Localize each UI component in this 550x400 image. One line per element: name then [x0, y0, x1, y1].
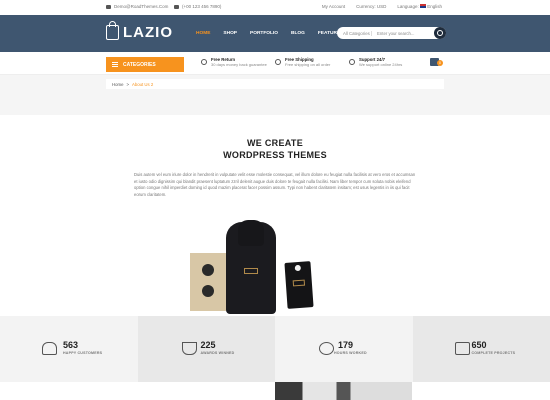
search-input[interactable]: Enter your search...: [372, 31, 434, 36]
clock-icon: [319, 342, 334, 355]
stat-number: 563: [63, 340, 79, 350]
main-nav: HOME SHOP PORTFOLIO BLOG FEATURES: [196, 31, 343, 36]
people-icon: [42, 342, 57, 355]
phone-text: (+00 123 456 7890): [182, 4, 222, 9]
language-selector[interactable]: Language: English: [397, 4, 442, 9]
categories-label: CATEGORIES: [123, 61, 156, 68]
currency-selector[interactable]: Currency: USD: [356, 4, 386, 9]
nav-blog[interactable]: BLOG: [291, 31, 305, 36]
search-bar: All Categories Enter your search...: [337, 27, 446, 39]
box-button: [202, 264, 214, 276]
team-photo: [275, 382, 412, 400]
breadcrumb-home[interactable]: Home: [112, 82, 123, 87]
topbar-right: My Account Currency: USD Language: Engli…: [322, 4, 442, 9]
categories-button[interactable]: CATEGORIES: [106, 57, 184, 72]
stat-label: HOURS WORKED: [334, 351, 367, 355]
currency-label: Currency:: [356, 4, 376, 9]
bottom-section: [0, 382, 550, 400]
stat-label: AWARDS WINNED: [200, 351, 235, 355]
breadcrumb-separator: >: [126, 81, 129, 87]
contact-phone: (+00 123 456 7890): [174, 4, 221, 9]
language-value: English: [427, 4, 442, 9]
pouch-neck: [238, 220, 264, 246]
service-support: Support 24/7 We support online 24hrs: [349, 57, 402, 67]
breadcrumb: Home > About Us 2: [106, 79, 444, 89]
intro-heading: WE CREATE WORDPRESS THEMES: [0, 137, 550, 161]
shipping-icon: [275, 59, 281, 65]
my-account-link[interactable]: My Account: [322, 4, 345, 9]
main-header: LAZIO HOME SHOP PORTFOLIO BLOG FEATURES …: [0, 15, 550, 52]
black-pouch-image: [226, 220, 276, 314]
stat-awards: 225 AWARDS WINNED: [137, 316, 275, 382]
menu-icon: [112, 62, 118, 67]
service-free-return: Free Return 30 days money back guarantee: [201, 57, 267, 67]
support-icon: [349, 59, 355, 65]
breadcrumb-band: Home > About Us 2: [0, 75, 550, 115]
stat-number: 650: [471, 340, 487, 350]
cart-icon[interactable]: 0: [430, 58, 443, 66]
nav-portfolio[interactable]: PORTFOLIO: [250, 31, 278, 36]
stat-happy-customers: 563 HAPPY CUSTOMERS: [0, 316, 138, 382]
nav-shop[interactable]: SHOP: [223, 31, 237, 36]
stat-label: HAPPY CUSTOMERS: [63, 351, 103, 355]
heading-line-1: WE CREATE: [246, 138, 304, 148]
tag-emblem: [292, 279, 306, 287]
trophy-icon: [181, 342, 197, 355]
phone-icon: [174, 4, 179, 9]
stat-hours: 179 HOURS WORKED: [275, 316, 413, 382]
email-text: Demo@RoadThemes.Com: [114, 4, 169, 9]
top-bar: Demo@RoadThemes.Com (+00 123 456 7890) M…: [0, 0, 550, 15]
breadcrumb-current: About Us 2: [131, 81, 154, 87]
cart-count-badge: 0: [437, 60, 443, 66]
service-bar: CATEGORIES Free Return 30 days money bac…: [0, 52, 550, 75]
thumbs-up-icon: [454, 342, 470, 355]
hang-tag-image: [284, 261, 314, 309]
stat-projects: 650 COMPLETE PROJECTS: [412, 316, 550, 382]
tag-hole: [294, 264, 302, 272]
uk-flag-icon: [419, 4, 426, 8]
box-button: [202, 285, 214, 297]
service-free-shipping: Free Shipping Free shipping on all order: [275, 57, 330, 67]
stat-number: 179: [338, 340, 354, 350]
site-logo[interactable]: LAZIO: [106, 21, 173, 41]
stat-label: COMPLETE PROJECTS: [471, 351, 516, 355]
service-sub: 30 days money back guarantee: [211, 62, 267, 67]
nav-home[interactable]: HOME: [196, 31, 210, 36]
logo-text: LAZIO: [123, 24, 173, 41]
intro-paragraph: Duis autem vel eum iriure dolor in hendr…: [134, 172, 416, 197]
currency-value: USD: [376, 4, 387, 9]
search-category-select[interactable]: All Categories: [337, 30, 372, 36]
envelope-icon: [106, 4, 111, 9]
shopping-bag-icon: [106, 21, 119, 40]
heading-line-2: WORDPRESS THEMES: [223, 150, 327, 160]
kraft-box-image: [190, 253, 226, 311]
stat-number: 225: [200, 340, 216, 350]
search-button[interactable]: [434, 27, 446, 39]
service-sub: Free shipping on all order: [285, 62, 331, 67]
return-icon: [201, 59, 207, 65]
pouch-emblem: [244, 268, 258, 274]
stats-section: 563 HAPPY CUSTOMERS 225 AWARDS WINNED 17…: [0, 316, 550, 382]
language-label: Language:: [397, 4, 419, 9]
service-sub: We support online 24hrs: [359, 62, 403, 67]
contact-email[interactable]: Demo@RoadThemes.Com: [106, 4, 168, 9]
